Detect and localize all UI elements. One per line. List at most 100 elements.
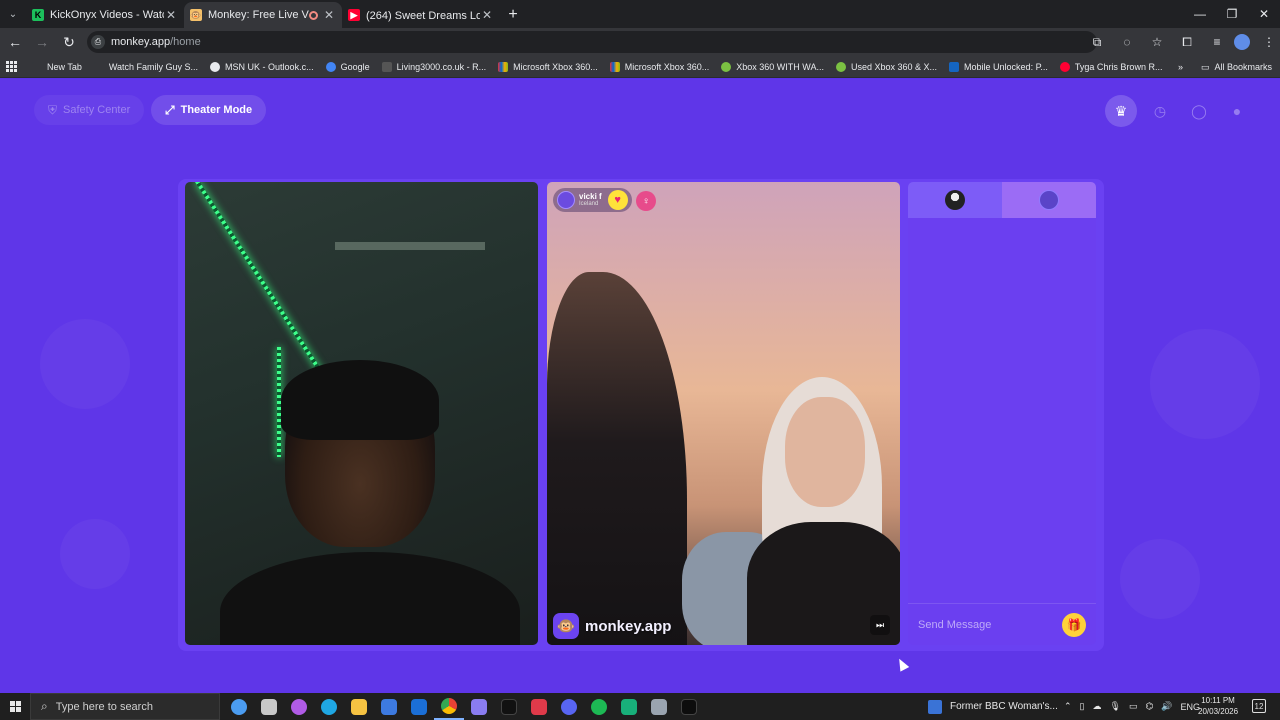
peer-info-badge[interactable]: vicki f Iceland ♥ [553, 188, 632, 212]
chat-tab-peer[interactable] [1002, 182, 1096, 218]
clock-icon: ◷ [1153, 102, 1167, 119]
network-icon[interactable]: ⌬ [1145, 701, 1153, 712]
taskbar-clock[interactable]: 10:11 PM 20/03/2026 [1198, 695, 1238, 717]
chrome-menu-icon[interactable]: ⋮ [1258, 35, 1280, 49]
skip-next-icon[interactable]: ⏭ [870, 615, 890, 635]
onedrive-icon[interactable]: ☁ [1093, 701, 1102, 712]
url-field[interactable]: ⎙ monkey.app/home [87, 31, 1097, 53]
taskbar-app-edge[interactable] [314, 693, 344, 720]
bookmarks-overflow: » ▭ All Bookmarks [1178, 56, 1272, 78]
clock-date: 20/03/2026 [1198, 707, 1239, 716]
site-info-icon[interactable]: ⎙ [91, 35, 105, 49]
peer-avatar [557, 191, 575, 209]
close-window-icon[interactable]: ✕ [1248, 0, 1280, 28]
taskbar-app-chrome[interactable] [434, 693, 464, 720]
reload-icon[interactable]: ↻ [57, 30, 81, 54]
premium-crown-button[interactable]: ♛ [1105, 95, 1137, 127]
like-heart-icon[interactable]: ♥ [607, 190, 628, 210]
bookmark-item[interactable]: Microsoft Xbox 360... [498, 61, 598, 72]
url-host: monkey.app [111, 36, 171, 48]
kickonyx-favicon-icon: K [32, 9, 44, 21]
taskbar-app-spotify[interactable] [584, 693, 614, 720]
close-tab-icon[interactable]: ✕ [164, 8, 178, 22]
bookmark-label: Xbox 360 WITH WA... [736, 61, 824, 72]
close-tab-icon[interactable]: ✕ [480, 8, 494, 22]
chat-tab-self[interactable] [908, 182, 1002, 218]
taskbar-app-capcut-2[interactable] [674, 693, 704, 720]
bookmark-item[interactable]: Google [325, 61, 370, 72]
taskbar-app-capcut[interactable] [524, 693, 554, 720]
video-chat-stage: vicki f Iceland ♥ ♀ 🐵 monkey.app ⏭ Send … [178, 179, 1104, 651]
background-decoration [40, 319, 130, 409]
chevron-up-icon[interactable]: ⌃ [1064, 701, 1072, 712]
taskbar-app-discord[interactable] [554, 693, 584, 720]
taskbar-app-photos[interactable] [644, 693, 674, 720]
news-widget[interactable]: Former BBC Woman's... [928, 693, 1058, 720]
all-bookmarks-link[interactable]: All Bookmarks [1214, 62, 1272, 72]
cast-icon[interactable]: ⧉ [1086, 35, 1108, 50]
bookmark-item[interactable]: Mobile Unlocked: P... [949, 61, 1048, 72]
bookmark-star-icon[interactable]: ☆ [1146, 35, 1168, 49]
notifications-icon[interactable]: 12 [1252, 699, 1266, 713]
message-input[interactable]: Send Message 🎁 [908, 603, 1096, 645]
peer-name: vicki f [579, 192, 602, 201]
volume-icon[interactable]: 🔊 [1161, 701, 1172, 712]
folder-icon [351, 698, 367, 715]
new-tab-button[interactable]: + [500, 2, 526, 28]
gift-icon[interactable]: 🎁 [1062, 612, 1086, 637]
bookmark-label: Tyga Chris Brown R... [1074, 61, 1163, 72]
restore-icon[interactable]: ❐ [1216, 0, 1248, 28]
bookmark-item[interactable]: MSN UK - Outlook.c... [210, 61, 314, 72]
display-icon[interactable]: ▭ [1129, 701, 1138, 712]
bookmark-item[interactable]: Living3000.co.uk - R... [381, 61, 486, 72]
background-decoration [1120, 539, 1200, 619]
tray-app-icon[interactable]: ▯ [1080, 701, 1085, 712]
forward-icon[interactable]: → [30, 30, 54, 54]
edge-icon [321, 698, 337, 715]
close-tab-icon[interactable]: ✕ [322, 8, 336, 22]
browser-tab-kickonyx[interactable]: K KickOnyx Videos - Watch On-D ✕ [26, 2, 184, 28]
bookmark-label: New Tab [47, 61, 82, 72]
browser-tab-strip: ⌄ K KickOnyx Videos - Watch On-D ✕ 🐵 Mon… [0, 0, 1280, 28]
microphone-icon[interactable]: 🎙 [1110, 701, 1121, 712]
minimize-icon[interactable]: — [1184, 0, 1216, 28]
self-video-feed [185, 182, 538, 645]
messages-button[interactable]: ◯ [1183, 95, 1215, 127]
youtube-icon [1059, 61, 1070, 72]
bookmark-item[interactable]: Microsoft Xbox 360... [609, 61, 709, 72]
taskbar-app-task-view[interactable] [254, 693, 284, 720]
monkey-favicon-icon: 🐵 [190, 9, 202, 21]
media-control-icon[interactable]: ≡ [1206, 35, 1228, 49]
browser-tab-youtube[interactable]: ▶ (264) Sweet Dreams Lofi 🎶 8 ✕ [342, 2, 500, 28]
taskbar-app-outlook[interactable] [404, 693, 434, 720]
safety-center-button[interactable]: ⛨ Safety Center [34, 95, 145, 125]
bookmark-item[interactable]: Xbox 360 WITH WA... [721, 61, 824, 72]
bookmark-item[interactable]: Tyga Chris Brown R... [1059, 61, 1163, 72]
apps-grid-icon[interactable] [6, 60, 20, 74]
taskbar-app-game[interactable] [464, 693, 494, 720]
profile-avatar[interactable] [1234, 34, 1250, 50]
chevron-double-right-icon[interactable]: » [1178, 62, 1183, 72]
theater-mode-button[interactable]: ⤢ Theater Mode [151, 95, 267, 125]
bookmark-item[interactable]: New Tab [32, 61, 82, 72]
back-icon[interactable]: ← [3, 30, 27, 54]
bookmark-label: Microsoft Xbox 360... [513, 61, 598, 72]
history-button[interactable]: ◷ [1144, 95, 1176, 127]
background-decoration [1150, 329, 1260, 439]
search-placeholder: Type here to search [55, 700, 153, 713]
extensions-icon[interactable]: ⧠ [1176, 35, 1198, 50]
bookmark-item[interactable]: Watch Family Guy S... [93, 61, 198, 72]
eye-off-icon[interactable]: ◌ [1116, 35, 1138, 49]
browser-tab-monkey[interactable]: 🐵 Monkey: Free Live Video Ch ✕ [184, 2, 342, 28]
start-button[interactable] [0, 693, 30, 720]
bookmark-item[interactable]: Used Xbox 360 & X... [835, 61, 937, 72]
tab-search-icon[interactable]: ⌄ [0, 0, 26, 28]
taskbar-app-copilot[interactable] [224, 693, 254, 720]
profile-button[interactable]: ● [1221, 95, 1253, 127]
taskbar-app-green[interactable] [614, 693, 644, 720]
taskbar-app-explorer[interactable] [344, 693, 374, 720]
taskbar-app-store[interactable] [374, 693, 404, 720]
taskbar-app-copilot-2[interactable] [284, 693, 314, 720]
taskbar-search-field[interactable]: ⌕ Type here to search [30, 693, 220, 720]
taskbar-app-tiktok[interactable] [494, 693, 524, 720]
